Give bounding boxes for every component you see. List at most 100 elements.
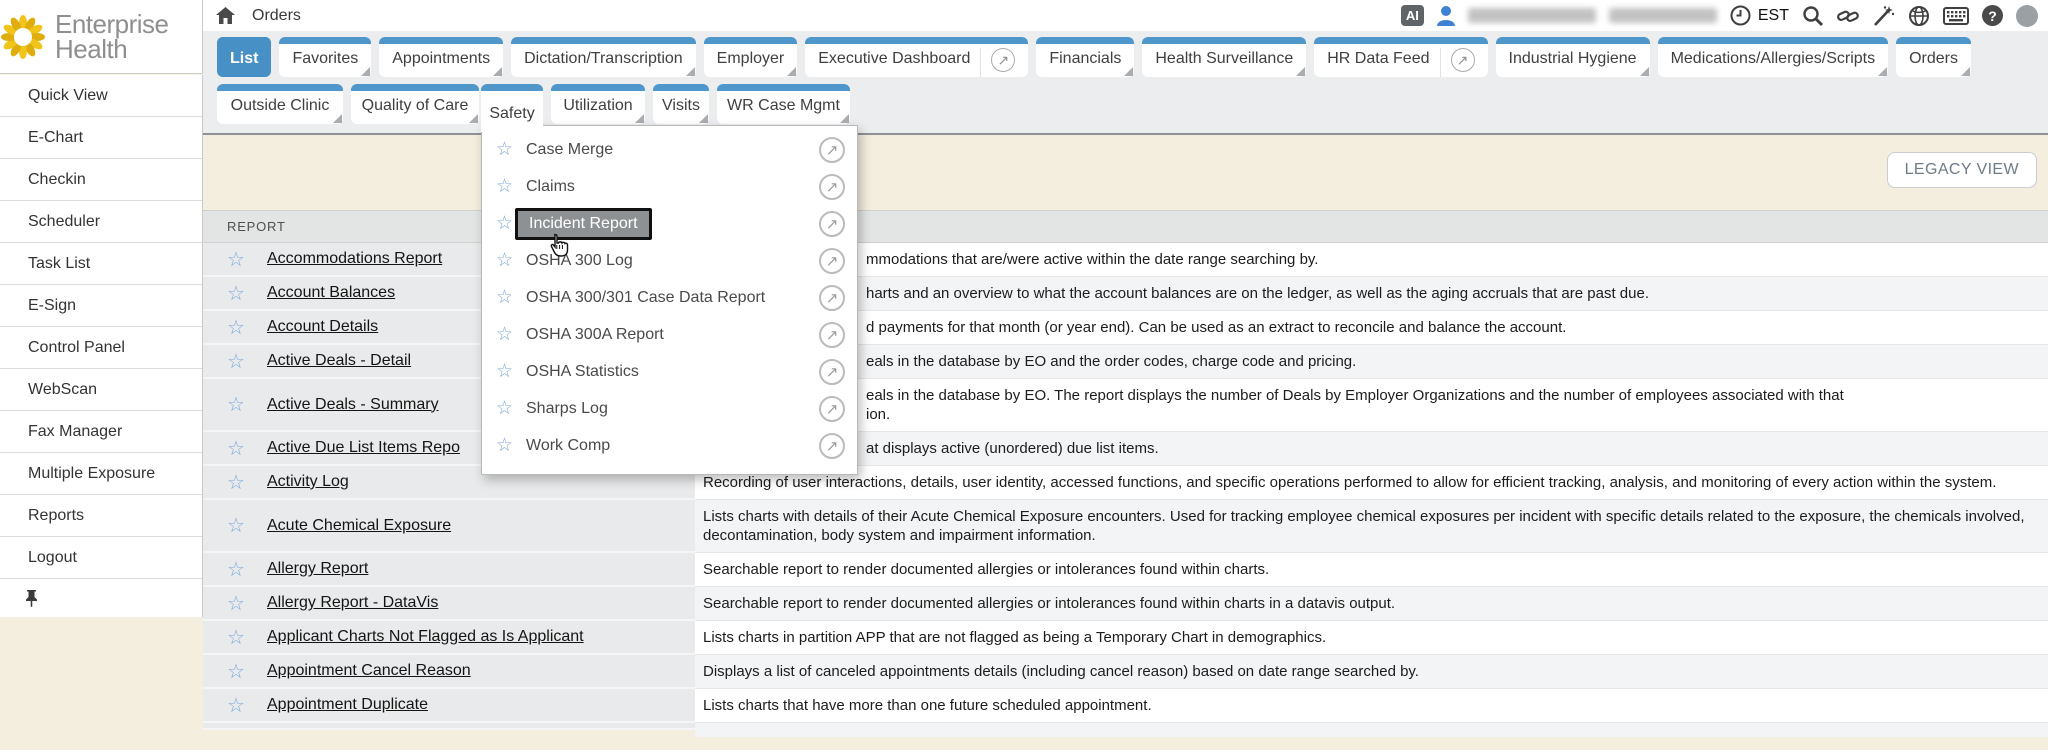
tab-favorites[interactable]: Favorites [279, 37, 371, 77]
star-icon[interactable]: ☆ [496, 323, 526, 346]
external-link-separator: ↗ [980, 48, 1015, 77]
report-link-account-balances[interactable]: Account Balances [267, 284, 395, 302]
sidebar-item-scheduler[interactable]: Scheduler [0, 201, 202, 243]
tab-health-surveillance[interactable]: Health Surveillance [1142, 37, 1306, 77]
legacy-view-button[interactable]: LEGACY VIEW [1887, 152, 2037, 188]
sidebar-item-webscan[interactable]: WebScan [0, 369, 202, 411]
menu-item-incident-report[interactable]: ☆Incident Report↗ [482, 205, 857, 242]
tab-quality-of-care[interactable]: Quality of Care [351, 84, 479, 124]
star-icon[interactable]: ☆ [227, 470, 267, 495]
report-link-accommodations-report[interactable]: Accommodations Report [267, 250, 442, 268]
sidebar-item-multiple-exposure[interactable]: Multiple Exposure [0, 453, 202, 495]
star-icon[interactable]: ☆ [227, 349, 267, 374]
external-link-icon[interactable]: ↗ [819, 322, 845, 348]
star-icon[interactable]: ☆ [496, 360, 526, 383]
menu-item-osha-300-301-case-data-report[interactable]: ☆OSHA 300/301 Case Data Report↗ [482, 279, 857, 316]
report-link-activity-log[interactable]: Activity Log [267, 473, 349, 491]
report-link-applicant-charts-not-flagged-as-is-applicant[interactable]: Applicant Charts Not Flagged as Is Appli… [267, 628, 584, 646]
report-link-appointment-cancel-reason[interactable]: Appointment Cancel Reason [267, 662, 471, 680]
pin-icon[interactable] [25, 589, 38, 607]
report-link-allergy-report[interactable]: Allergy Report [267, 560, 368, 578]
menu-item-sharps-log[interactable]: ☆Sharps Log↗ [482, 390, 857, 427]
search-icon[interactable] [1802, 5, 1824, 27]
report-link-active-due-list-items-repo[interactable]: Active Due List Items Repo [267, 439, 460, 457]
tab-wr-case-mgmt[interactable]: WR Case Mgmt [717, 84, 850, 124]
tab-appointments[interactable]: Appointments [379, 37, 503, 77]
tab-visits[interactable]: Visits [653, 84, 709, 124]
report-link-active-deals-detail[interactable]: Active Deals - Detail [267, 352, 411, 370]
external-link-icon[interactable]: ↗ [819, 137, 845, 163]
tab-hr-data-feed[interactable]: HR Data Feed↗ [1314, 37, 1487, 77]
menu-item-claims[interactable]: ☆Claims↗ [482, 168, 857, 205]
star-icon[interactable]: ☆ [227, 625, 267, 650]
external-link-icon[interactable]: ↗ [819, 359, 845, 385]
wand-icon[interactable] [1872, 5, 1895, 27]
external-link-icon[interactable]: ↗ [819, 396, 845, 422]
tab-industrial-hygiene[interactable]: Industrial Hygiene [1496, 37, 1650, 77]
keyboard-icon[interactable] [1943, 7, 1969, 25]
star-icon[interactable]: ☆ [227, 315, 267, 340]
star-icon[interactable]: ☆ [227, 659, 267, 684]
star-icon[interactable]: ☆ [227, 693, 267, 718]
menu-item-work-comp[interactable]: ☆Work Comp↗ [482, 427, 857, 464]
external-link-icon[interactable]: ↗ [819, 433, 845, 459]
report-link-allergy-report-datavis[interactable]: Allergy Report - DataVis [267, 594, 438, 612]
report-link-active-deals-summary[interactable]: Active Deals - Summary [267, 396, 439, 414]
star-icon[interactable]: ☆ [496, 286, 526, 309]
home-icon[interactable] [216, 7, 235, 24]
star-icon[interactable]: ☆ [496, 249, 526, 272]
tab-outside-clinic[interactable]: Outside Clinic [217, 84, 343, 124]
globe-icon[interactable] [1908, 5, 1930, 27]
star-icon[interactable]: ☆ [227, 247, 267, 272]
external-link-icon[interactable]: ↗ [819, 211, 845, 237]
sidebar-item-task-list[interactable]: Task List [0, 243, 202, 285]
star-icon[interactable]: ☆ [227, 557, 267, 582]
sidebar-item-checkin[interactable]: Checkin [0, 159, 202, 201]
star-icon[interactable]: ☆ [496, 175, 526, 198]
tab-financials[interactable]: Financials [1036, 37, 1134, 77]
star-icon[interactable]: ☆ [496, 397, 526, 420]
menu-item-osha-300-log[interactable]: ☆OSHA 300 Log↗ [482, 242, 857, 279]
clock-icon[interactable] [1730, 5, 1751, 26]
user-icon[interactable] [1437, 6, 1455, 26]
tab-orders[interactable]: Orders [1896, 37, 1971, 77]
link-icon[interactable] [1837, 5, 1859, 27]
ai-badge[interactable]: AI [1401, 5, 1424, 26]
external-link-icon[interactable]: ↗ [991, 48, 1015, 72]
tab-dictation-transcription[interactable]: Dictation/Transcription [511, 37, 696, 77]
star-icon[interactable]: ☆ [227, 392, 267, 417]
report-link-acute-chemical-exposure[interactable]: Acute Chemical Exposure [267, 517, 451, 535]
star-icon[interactable]: ☆ [227, 591, 267, 616]
sidebar-item-e-sign[interactable]: E-Sign [0, 285, 202, 327]
external-link-icon[interactable]: ↗ [819, 248, 845, 274]
sidebar-item-quick-view[interactable]: Quick View [0, 75, 202, 117]
sidebar-item-e-chart[interactable]: E-Chart [0, 117, 202, 159]
menu-item-case-merge[interactable]: ☆Case Merge↗ [482, 131, 857, 168]
star-icon[interactable]: ☆ [227, 281, 267, 306]
tab-executive-dashboard[interactable]: Executive Dashboard↗ [805, 37, 1028, 77]
star-icon[interactable]: ☆ [227, 436, 267, 461]
tab-list[interactable]: List [217, 37, 271, 77]
tab-utilization[interactable]: Utilization [551, 84, 645, 124]
sidebar-item-logout[interactable]: Logout [0, 537, 202, 579]
tab-safety[interactable]: Safety [481, 84, 543, 132]
help-icon[interactable]: ? [1982, 5, 2003, 26]
star-icon[interactable]: ☆ [496, 434, 526, 457]
external-link-icon[interactable]: ↗ [1451, 48, 1475, 72]
avatar-circle[interactable] [2016, 5, 2038, 27]
menu-item-osha-statistics[interactable]: ☆OSHA Statistics↗ [482, 353, 857, 390]
description-line: Searchable report to render documented a… [703, 594, 2038, 613]
star-icon[interactable]: ☆ [496, 138, 526, 161]
description-line: d payments for that month (or year end).… [866, 318, 2038, 337]
tab-medications-allergies-scripts[interactable]: Medications/Allergies/Scripts [1658, 37, 1889, 77]
sidebar-item-reports[interactable]: Reports [0, 495, 202, 537]
external-link-icon[interactable]: ↗ [819, 285, 845, 311]
report-link-appointment-duplicate[interactable]: Appointment Duplicate [267, 696, 428, 714]
star-icon[interactable]: ☆ [227, 513, 267, 538]
external-link-icon[interactable]: ↗ [819, 174, 845, 200]
sidebar-item-fax-manager[interactable]: Fax Manager [0, 411, 202, 453]
menu-item-osha-300a-report[interactable]: ☆OSHA 300A Report↗ [482, 316, 857, 353]
tab-employer[interactable]: Employer [704, 37, 798, 77]
sidebar-item-control-panel[interactable]: Control Panel [0, 327, 202, 369]
report-link-account-details[interactable]: Account Details [267, 318, 378, 336]
